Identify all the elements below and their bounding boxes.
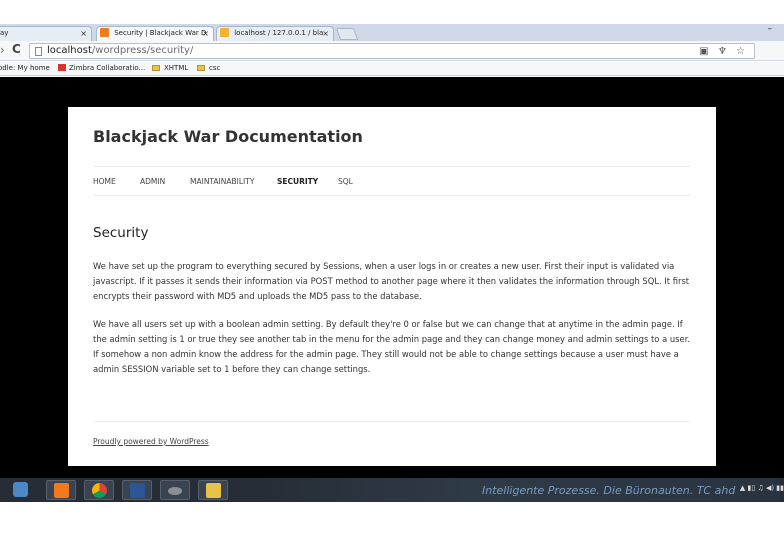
url-text[interactable]: localhost/wordpress/security/: [47, 44, 193, 58]
bookmark-moodle[interactable]: odle: My home: [0, 62, 50, 75]
bookmark-xhtml[interactable]: XHTML: [152, 62, 188, 75]
divider: [93, 166, 691, 167]
taskbar-brand-text: Intelligente Prozesse. Die Büronauten. T…: [482, 484, 736, 497]
reload-icon[interactable]: C: [12, 42, 21, 56]
minimize-icon[interactable]: –: [768, 24, 773, 34]
bookmark-csc[interactable]: csc: [197, 62, 220, 75]
virtualbox-icon: [13, 482, 28, 497]
tab-phpmyadmin[interactable]: localhost / 127.0.0.1 / bla ×: [216, 26, 334, 41]
nav-item-sql[interactable]: SQL: [338, 177, 353, 186]
divider: [93, 421, 691, 422]
site-container: Blackjack War Documentation HOME ADMIN M…: [68, 107, 716, 466]
nav-item-security[interactable]: SECURITY: [277, 177, 318, 186]
taskbar: Intelligente Prozesse. Die Büronauten. T…: [0, 478, 784, 502]
page-viewport: Blackjack War Documentation HOME ADMIN M…: [0, 77, 784, 478]
page-icon: [35, 47, 42, 56]
wordpress-credit-link[interactable]: Proudly powered by WordPress: [93, 437, 209, 446]
tab-label: ay: [0, 29, 9, 37]
bookmark-label: Zimbra Collaboratio...: [69, 64, 146, 72]
chrome-icon: [92, 483, 107, 498]
site-title[interactable]: Blackjack War Documentation: [93, 127, 363, 146]
new-tab-button[interactable]: [335, 28, 359, 40]
folder-icon: [197, 65, 205, 71]
folder-icon: [152, 65, 160, 71]
tab-partial[interactable]: ay ×: [0, 26, 92, 41]
divider: [93, 195, 691, 196]
address-bar[interactable]: localhost/wordpress/security/ ▣ ♆ ☆: [29, 43, 755, 59]
chrome-icon[interactable]: [84, 480, 114, 500]
close-icon[interactable]: ×: [80, 27, 87, 40]
virtualbox-icon[interactable]: [6, 480, 36, 500]
nav-item-admin[interactable]: ADMIN: [140, 177, 165, 186]
zimbra-icon: [58, 64, 66, 71]
back-arrow-icon[interactable]: ›: [0, 43, 5, 57]
paragraph: We have all users set up with a boolean …: [93, 319, 691, 374]
screen: ay × Security | Blackjack War D × localh…: [0, 0, 784, 544]
bookmark-label: odle: My home: [0, 64, 50, 72]
paragraph: We have set up the program to everything…: [93, 261, 690, 301]
tab-strip: ay × Security | Blackjack War D × localh…: [0, 24, 784, 41]
phpmyadmin-favicon-icon: [220, 28, 229, 37]
folder-icon: [206, 483, 221, 498]
tool-icon: [168, 487, 182, 495]
browser-toolbar: › C localhost/wordpress/security/ ▣ ♆ ☆: [0, 41, 784, 61]
bookmark-zimbra[interactable]: Zimbra Collaboratio...: [58, 62, 145, 75]
xampp-icon: [54, 483, 69, 498]
bookmark-label: XHTML: [164, 64, 189, 72]
nav-item-home[interactable]: HOME: [93, 177, 116, 186]
explorer-icon[interactable]: [198, 480, 228, 500]
xampp-favicon-icon: [100, 28, 109, 37]
bookmarks-bar: odle: My home Zimbra Collaboratio... XHT…: [0, 62, 784, 76]
system-tray[interactable]: ▲ ▮▯ ♫ ◀) ▮▮: [740, 484, 784, 492]
page-title: Security: [93, 225, 149, 241]
xampp-icon[interactable]: [46, 480, 76, 500]
tab-label: localhost / 127.0.0.1 / bla: [234, 29, 324, 37]
word-icon[interactable]: [122, 480, 152, 500]
close-icon[interactable]: ×: [322, 27, 329, 40]
close-icon[interactable]: ×: [202, 27, 209, 40]
nav-item-maintainability[interactable]: MAINTAINABILITY: [190, 177, 254, 186]
url-path: /wordpress/security/: [91, 45, 194, 56]
word-icon: [130, 483, 145, 498]
tool-icon[interactable]: [160, 480, 190, 500]
tab-security[interactable]: Security | Blackjack War D ×: [96, 26, 214, 41]
extension-icons[interactable]: ▣ ♆ ☆: [699, 46, 748, 57]
tab-label: Security | Blackjack War D: [114, 29, 207, 37]
url-host: localhost: [47, 45, 92, 56]
bookmark-label: csc: [209, 64, 221, 72]
